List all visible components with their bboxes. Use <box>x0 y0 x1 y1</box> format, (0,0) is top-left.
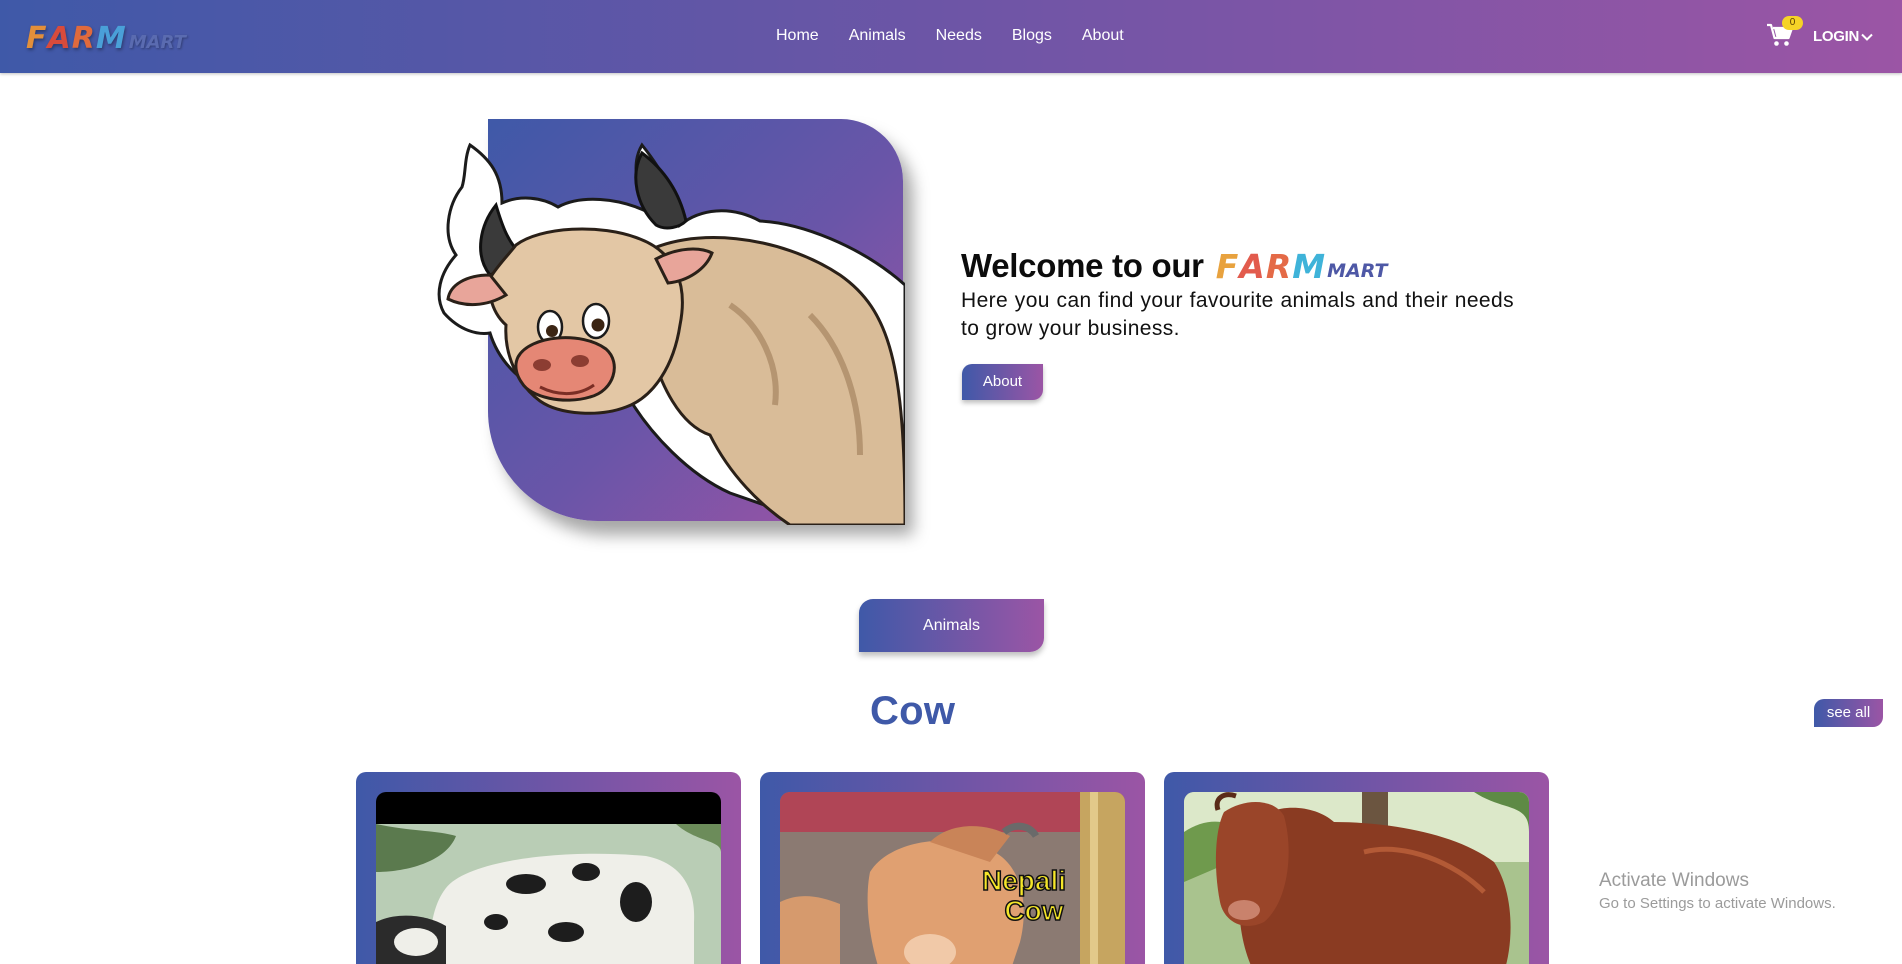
top-navbar: F A R M MART Home Animals Needs Blogs Ab… <box>0 0 1902 73</box>
logo-letter-m: M <box>95 21 127 56</box>
inline-logo-letter-r: R <box>1265 247 1293 286</box>
nav-link-needs[interactable]: Needs <box>936 26 982 46</box>
welcome-heading: Welcome to our F A R M MART <box>961 246 1387 286</box>
logo-letter-a: A <box>47 21 72 56</box>
activate-windows-title: Activate Windows <box>1599 870 1749 891</box>
inline-logo-letter-f: F <box>1215 247 1240 286</box>
nav-link-animals[interactable]: Animals <box>849 26 906 46</box>
bull-illustration <box>437 142 905 525</box>
animal-card[interactable]: Nepali Cow <box>760 772 1145 964</box>
about-button[interactable]: About <box>962 364 1043 400</box>
nepali-cow-overlay-text: Nepali <box>982 865 1066 896</box>
brown-cow-photo[interactable] <box>1184 792 1529 964</box>
welcome-text: Welcome to our <box>961 247 1204 284</box>
nepali-cow-overlay-text-2: Cow <box>1004 895 1063 926</box>
logo-letter-f: F <box>26 21 48 56</box>
category-title-cow: Cow <box>870 689 956 733</box>
nav-link-home[interactable]: Home <box>776 26 819 46</box>
nav-link-about[interactable]: About <box>1082 26 1124 46</box>
activate-windows-subtitle: Go to Settings to activate Windows. <box>1599 895 1836 912</box>
animal-card[interactable] <box>356 772 741 964</box>
inline-logo-letter-a: A <box>1239 247 1266 286</box>
main-nav: Home Animals Needs Blogs About <box>776 26 1154 46</box>
logo-suffix: MART <box>128 32 186 53</box>
inline-logo-letter-m: M <box>1292 247 1327 286</box>
farmmart-logo[interactable]: F A R M MART <box>26 20 186 54</box>
cart-count-badge: 0 <box>1782 16 1803 30</box>
inline-farmmart-logo: F A R M MART <box>1216 250 1388 284</box>
see-all-button[interactable]: see all <box>1814 699 1883 727</box>
login-button[interactable]: LOGIN <box>1813 27 1859 47</box>
logo-letter-r: R <box>71 21 96 56</box>
nav-link-blogs[interactable]: Blogs <box>1012 26 1052 46</box>
inline-logo-suffix: MART <box>1327 260 1388 282</box>
windows-activation-watermark: Activate Windows Go to Settings to activ… <box>1599 869 1836 913</box>
animal-card[interactable] <box>1164 772 1549 964</box>
animals-section-button[interactable]: Animals <box>859 599 1044 652</box>
hero-tagline: Here you can find your favourite animals… <box>961 289 1514 340</box>
nepali-cow-photo[interactable]: Nepali Cow <box>780 792 1125 964</box>
holstein-cow-photo[interactable] <box>376 792 721 964</box>
chevron-down-icon[interactable] <box>1860 30 1874 44</box>
